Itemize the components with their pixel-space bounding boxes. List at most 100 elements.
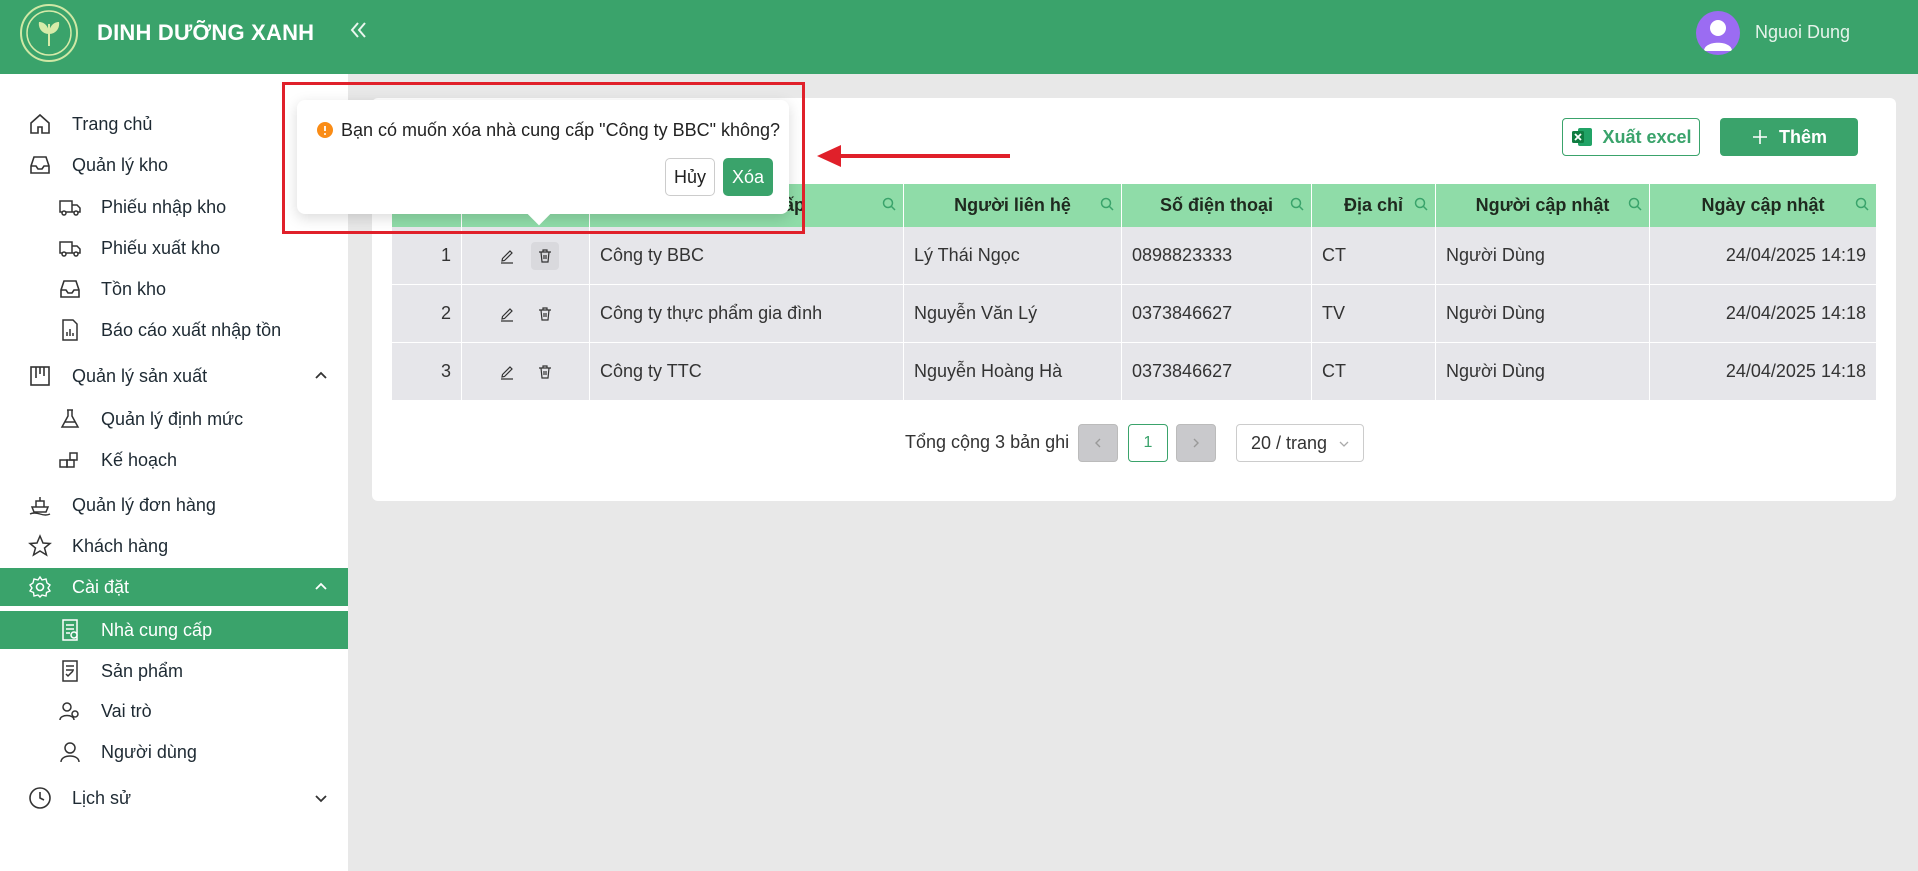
cell-phone: 0898823333 — [1122, 227, 1312, 284]
delete-button[interactable] — [531, 300, 559, 328]
sidebar-item-label: Nhà cung cấp — [101, 619, 213, 640]
col-address[interactable]: Địa chỉ — [1312, 184, 1436, 227]
search-icon[interactable] — [1413, 196, 1429, 212]
edit-button[interactable] — [493, 242, 521, 270]
search-icon[interactable] — [1289, 196, 1305, 212]
sidebar-item-roles[interactable]: Vai trò — [0, 692, 348, 730]
truck-in-icon — [59, 200, 81, 216]
search-icon[interactable] — [881, 196, 897, 212]
sidebar-item-label: Quản lý đơn hàng — [72, 494, 216, 515]
cell-updated-by: Người Dùng — [1436, 227, 1650, 284]
collapse-sidebar-button[interactable] — [348, 18, 370, 46]
add-label: Thêm — [1778, 126, 1827, 147]
cell-updated-at: 24/04/2025 14:18 — [1725, 361, 1866, 381]
search-icon[interactable] — [1099, 196, 1115, 212]
sidebar-item-export-receipt[interactable]: Phiếu xuất kho — [0, 229, 348, 267]
app-header: DINH DƯỠNG XANH Nguoi Dung — [0, 0, 1918, 74]
cell-address: CT — [1312, 227, 1436, 284]
next-page-button[interactable] — [1176, 424, 1216, 462]
page-size-value: 20 / trang — [1251, 432, 1328, 453]
prev-page-button[interactable] — [1078, 424, 1118, 462]
sidebar-item-label: Quản lý kho — [72, 154, 169, 175]
sidebar-item-customers[interactable]: Khách hàng — [0, 527, 348, 565]
sidebar-item-label: Trang chủ — [72, 113, 153, 134]
pencil-icon — [500, 307, 513, 322]
report-icon — [62, 319, 78, 341]
cell-contact: Nguyễn Hoàng Hà — [904, 343, 1122, 400]
home-icon — [30, 113, 50, 134]
cell-actions — [462, 285, 590, 342]
sidebar-item-users[interactable]: Người dùng — [0, 733, 348, 771]
sidebar-item-norms[interactable]: Quản lý định mức — [0, 400, 348, 438]
cell-stt: 3 — [392, 343, 462, 400]
cell-stt: 2 — [392, 285, 462, 342]
chevron-up-icon — [315, 582, 327, 590]
sidebar-item-suppliers[interactable]: Nhà cung cấp — [0, 611, 348, 649]
sidebar-item-label: Báo cáo xuất nhập tồn — [101, 319, 282, 340]
avatar[interactable] — [1696, 11, 1740, 55]
ship-icon — [29, 497, 51, 516]
sidebar-item-orders[interactable]: Quản lý đơn hàng — [0, 486, 348, 524]
export-excel-button[interactable]: Xuất excel — [1562, 118, 1700, 156]
inbox-icon — [30, 156, 50, 174]
col-header-label: Ngày cập nhật — [1701, 195, 1825, 215]
cell-updated-at: 24/04/2025 14:18 — [1725, 303, 1866, 323]
col-updated-by[interactable]: Người cập nhật — [1436, 184, 1650, 227]
delete-button[interactable] — [531, 358, 559, 386]
col-header-label: Người cập nhật — [1475, 195, 1610, 215]
cell-phone: 0373846627 — [1122, 285, 1312, 342]
gear-icon — [28, 575, 52, 598]
star-icon — [28, 534, 52, 557]
inbox-icon — [60, 280, 80, 298]
sidebar-item-label: Khách hàng — [72, 535, 169, 556]
cell-supplier-name: Công ty TTC — [590, 343, 904, 400]
search-icon[interactable] — [1854, 196, 1870, 212]
sidebar-item-label: Phiếu nhập kho — [101, 196, 227, 217]
sidebar-item-label: Quản lý định mức — [101, 408, 244, 429]
sidebar-item-label: Quản lý sản xuất — [72, 365, 208, 386]
cell-supplier-name: Công ty BBC — [590, 227, 904, 284]
col-updated-at[interactable]: Ngày cập nhật — [1650, 184, 1876, 227]
sidebar-item-label: Tồn kho — [101, 278, 167, 299]
sidebar-item-plan[interactable]: Kế hoạch — [0, 441, 348, 479]
cell-address: TV — [1312, 285, 1436, 342]
sidebar-item-label: Người dùng — [101, 741, 197, 762]
user-name[interactable]: Nguoi Dung — [1755, 22, 1850, 43]
table-row: 1 Công ty BBC Lý Thái Ngọc 0898823333 CT… — [392, 227, 1876, 285]
delete-button[interactable] — [530, 241, 559, 270]
sidebar-item-label: Lịch sử — [72, 787, 132, 808]
sidebar-item-history[interactable]: Lịch sử — [0, 779, 348, 817]
cell-supplier-name: Công ty thực phẩm gia đình — [590, 285, 904, 342]
search-icon[interactable] — [1627, 196, 1643, 212]
sidebar-item-label: Vai trò — [101, 700, 152, 721]
team-icon — [59, 702, 79, 721]
page-button-current[interactable]: 1 — [1128, 424, 1168, 462]
user-icon — [60, 742, 80, 763]
truck-out-icon — [59, 241, 81, 257]
sidebar-item-report[interactable]: Báo cáo xuất nhập tồn — [0, 311, 348, 349]
sidebar-item-label: Kế hoạch — [101, 449, 178, 470]
cell-updated-at: 24/04/2025 14:19 — [1725, 245, 1866, 265]
cell-stt: 1 — [392, 227, 462, 284]
edit-button[interactable] — [493, 358, 521, 386]
sidebar-item-products[interactable]: Sản phẩm — [0, 652, 348, 690]
trash-icon — [538, 364, 551, 379]
col-header-label: Địa chỉ — [1343, 195, 1404, 215]
product-icon — [62, 660, 78, 682]
highlight-box — [282, 82, 805, 234]
edit-button[interactable] — [493, 300, 521, 328]
sidebar-item-inventory[interactable]: Tồn kho — [0, 270, 348, 308]
plus-icon — [1752, 130, 1767, 144]
sidebar-item-production[interactable]: Quản lý sản xuất — [0, 357, 348, 395]
col-phone[interactable]: Số điện thoại — [1122, 184, 1312, 227]
chevron-up-icon — [315, 371, 327, 379]
cell-updated-by: Người Dùng — [1436, 285, 1650, 342]
col-contact[interactable]: Người liên hệ — [904, 184, 1122, 227]
pagination-total: Tổng cộng 3 bản ghi — [905, 432, 1070, 452]
sidebar-item-settings[interactable]: Cài đặt — [0, 568, 348, 606]
chevron-right-icon — [1193, 438, 1199, 448]
cell-contact: Lý Thái Ngọc — [904, 227, 1122, 284]
add-button[interactable]: Thêm — [1720, 118, 1858, 156]
cell-updated-by: Người Dùng — [1436, 343, 1650, 400]
page-size-select[interactable]: 20 / trang — [1236, 424, 1364, 462]
